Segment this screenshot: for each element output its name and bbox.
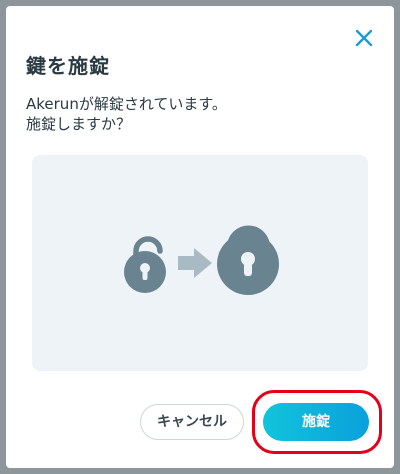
- unlocked-padlock-icon: [124, 236, 166, 293]
- close-icon[interactable]: [352, 26, 376, 50]
- cancel-button[interactable]: キャンセル: [140, 404, 244, 440]
- locked-padlock-icon: [217, 225, 279, 295]
- message-line-2: 施錠しますか？: [26, 115, 132, 133]
- lock-button[interactable]: 施錠: [263, 403, 369, 441]
- lock-dialog: 鍵を施錠 Akerunが解錠されています。 施錠しますか？ キャンセル 施錠: [6, 6, 394, 468]
- dialog-message: Akerunが解錠されています。 施錠しますか？: [26, 94, 366, 134]
- close-button[interactable]: [352, 26, 376, 50]
- message-line-1: Akerunが解錠されています。: [26, 95, 227, 113]
- dialog-title: 鍵を施錠: [26, 54, 110, 78]
- unlock-to-lock-graphic: [124, 225, 279, 295]
- lock-illustration: [32, 155, 368, 371]
- arrow-right-icon: [178, 248, 212, 278]
